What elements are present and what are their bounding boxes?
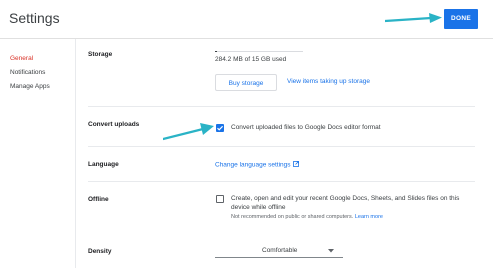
- check-icon: [217, 125, 224, 131]
- open-in-new-icon: [293, 161, 300, 167]
- page-title: Settings: [9, 10, 60, 26]
- done-button[interactable]: DONE: [444, 9, 478, 29]
- dropdown-arrow-icon[interactable]: [328, 249, 334, 253]
- offline-checkbox[interactable]: [216, 195, 224, 203]
- convert-uploads-text: Convert uploaded files to Google Docs ed…: [231, 124, 381, 131]
- sidebar: General Notifications Manage Apps: [0, 39, 76, 268]
- convert-uploads-checkbox[interactable]: [216, 124, 224, 132]
- arrow-right-icon: [163, 123, 214, 141]
- divider: [88, 146, 475, 147]
- offline-text-line1: Create, open and edit your recent Google…: [231, 195, 460, 202]
- storage-usage-bar: [215, 51, 303, 52]
- offline-label: Offline: [88, 196, 109, 203]
- density-label: Density: [88, 248, 112, 255]
- storage-usage-fill: [215, 51, 217, 52]
- convert-uploads-label: Convert uploads: [88, 121, 140, 128]
- density-select-underline: [215, 257, 343, 258]
- language-label: Language: [88, 161, 119, 168]
- change-language-link[interactable]: Change language settings: [215, 161, 300, 169]
- density-select-value[interactable]: Comfortable: [262, 247, 297, 254]
- sidebar-item-notifications[interactable]: Notifications: [10, 69, 45, 76]
- divider: [88, 181, 475, 182]
- buy-storage-button[interactable]: Buy storage: [215, 74, 277, 91]
- offline-note: Not recommended on public or shared comp…: [231, 214, 383, 220]
- sidebar-item-manage-apps[interactable]: Manage Apps: [10, 83, 50, 90]
- offline-text-line2: device while offline: [231, 204, 286, 211]
- view-storage-items-link[interactable]: View items taking up storage: [287, 78, 370, 85]
- storage-label: Storage: [88, 51, 113, 58]
- arrow-right-icon: [385, 13, 442, 23]
- storage-usage-text: 284.2 MB of 15 GB used: [215, 56, 287, 63]
- change-language-link-text: Change language settings: [215, 161, 291, 169]
- divider: [88, 106, 475, 107]
- sidebar-item-general[interactable]: General: [10, 55, 33, 62]
- learn-more-link[interactable]: Learn more: [355, 214, 383, 220]
- offline-note-text: Not recommended on public or shared comp…: [231, 214, 354, 220]
